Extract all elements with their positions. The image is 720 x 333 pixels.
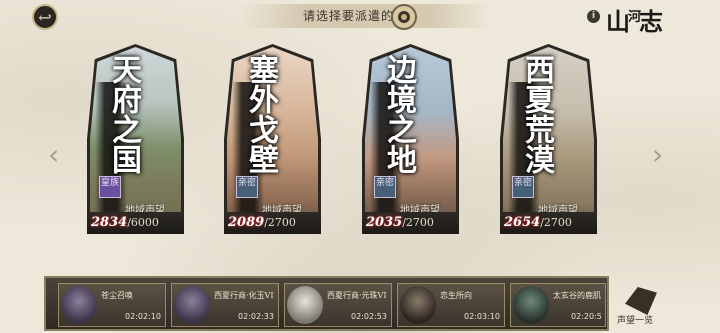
reputation-overview-label: 声望一览 — [617, 316, 654, 326]
dispatch-timer: 02:02:53 — [351, 312, 387, 321]
logo-char-3: 志 — [639, 7, 663, 36]
logo-char-1: 山 — [606, 7, 630, 36]
dispatch-name: 西夏行商·元珠VI — [327, 291, 387, 300]
avatar — [513, 286, 549, 324]
game-logo: 山河志 — [606, 2, 663, 37]
avatar — [287, 286, 323, 324]
reputation-max: /2700 — [540, 216, 572, 229]
region-title: 天府之国 — [106, 54, 141, 174]
relation-badge: 亲密 — [512, 176, 534, 198]
compass-emblem-icon — [391, 4, 417, 30]
region-title: 西夏荒漠 — [519, 54, 554, 174]
reputation-overview-button[interactable]: 声望一览 — [617, 285, 665, 329]
dispatch-timer: 02:20:5 — [571, 312, 602, 321]
reputation-value: 2654/2700 — [504, 215, 572, 230]
region-title: 边境之地 — [381, 54, 416, 174]
dispatch-timer: 02:02:33 — [238, 312, 274, 321]
prev-page-arrow[interactable]: ‹ — [48, 138, 59, 171]
dispatch-slot[interactable]: 苍尘召唤 02:02:10 — [58, 283, 166, 327]
next-page-arrow[interactable]: › — [652, 138, 663, 171]
reputation-scroll-icon — [625, 287, 657, 315]
region-card-saiwai[interactable]: 塞外戈壁 亲密 地域声望 2089/2700 — [224, 44, 321, 234]
reputation-current: 2654 — [504, 215, 541, 230]
relation-badge: 皇族 — [99, 176, 121, 198]
reputation-current: 2035 — [366, 215, 403, 230]
dispatch-timer: 02:02:10 — [125, 312, 161, 321]
reputation-current: 2834 — [91, 215, 128, 230]
relation-badge: 亲密 — [236, 176, 258, 198]
back-button[interactable]: ↩ — [32, 4, 58, 30]
dispatch-slot[interactable]: 西夏行商·元珠VI 02:02:53 — [284, 283, 392, 327]
avatar — [174, 286, 210, 324]
avatar — [61, 286, 97, 324]
back-arrow-icon: ↩ — [38, 7, 52, 27]
reputation-max: /2700 — [264, 216, 296, 229]
dispatch-name: 苍尘召唤 — [101, 291, 133, 300]
reputation-value: 2089/2700 — [228, 215, 296, 230]
relation-badge: 亲密 — [374, 176, 396, 198]
reputation-current: 2089 — [228, 215, 265, 230]
prompt-text: 请选择要派遣的 — [303, 9, 395, 23]
top-bar: ↩ 请选择要派遣的 i 山河志 — [0, 0, 720, 36]
dispatch-slot[interactable]: 恋生所向 02:03:10 — [397, 283, 505, 327]
dispatch-slot[interactable]: 西夏行商·化玉VI 02:02:33 — [171, 283, 279, 327]
dispatch-name: 太玄谷的鹿肌 — [553, 291, 601, 300]
reputation-value: 2035/2700 — [366, 215, 434, 230]
reputation-max: /2700 — [402, 216, 434, 229]
reputation-value: 2834/6000 — [91, 215, 159, 230]
dispatch-name: 西夏行商·化玉VI — [214, 291, 274, 300]
dispatch-name: 恋生所向 — [440, 291, 472, 300]
dispatch-timer: 02:03:10 — [464, 312, 500, 321]
dispatch-slot[interactable]: 太玄谷的鹿肌 02:20:5 — [510, 283, 606, 327]
region-card-xixia[interactable]: 西夏荒漠 亲密 地域声望 2654/2700 — [500, 44, 597, 234]
region-card-tianfu[interactable]: 天府之国 皇族 地域声望 2834/6000 — [87, 44, 184, 234]
reputation-max: /6000 — [127, 216, 159, 229]
logo-char-2: 河 — [628, 10, 641, 25]
info-icon[interactable]: i — [587, 10, 600, 23]
avatar — [400, 286, 436, 324]
region-card-bianjing[interactable]: 边境之地 亲密 地域声望 2035/2700 — [362, 44, 459, 234]
region-title: 塞外戈壁 — [243, 54, 278, 174]
